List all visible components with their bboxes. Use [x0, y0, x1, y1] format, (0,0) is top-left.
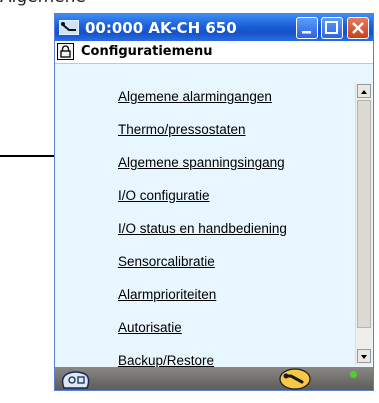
title-bar[interactable]: 00:000 AK-CH 650	[55, 14, 373, 41]
app-window: 00:000 AK-CH 650 Configuratiemenu Algeme…	[54, 13, 374, 391]
menu-item-autorisatie[interactable]: Autorisatie	[118, 320, 182, 335]
minimize-button[interactable]	[296, 17, 318, 39]
status-bar	[55, 367, 373, 390]
maximize-icon	[325, 21, 338, 34]
tool-icon	[59, 20, 79, 35]
lock-icon[interactable]	[57, 43, 74, 60]
window-title: 00:000 AK-CH 650	[85, 19, 237, 37]
scroll-up-button[interactable]	[357, 84, 371, 98]
menu-item-io-status-handbediening[interactable]: I/O status en handbediening	[118, 221, 287, 236]
menu-item-alarmprioriteiten[interactable]: Alarmprioriteiten	[118, 287, 216, 302]
menu-item-backup-restore[interactable]: Backup/Restore	[118, 353, 214, 368]
wrench-icon[interactable]	[278, 367, 312, 390]
minimize-icon	[302, 31, 311, 34]
scroll-down-button[interactable]	[357, 349, 371, 363]
close-button[interactable]	[347, 17, 369, 39]
menu-item-sensorcalibratie[interactable]: Sensorcalibratie	[118, 254, 215, 269]
arrow-down-icon	[361, 355, 367, 359]
scroll-thumb[interactable]	[357, 100, 371, 328]
menu-header-title: Configuratiemenu	[81, 44, 213, 59]
maximize-button[interactable]	[321, 17, 343, 39]
menu-header: Configuratiemenu	[55, 41, 373, 64]
controller-icon[interactable]	[59, 368, 92, 389]
menu-item-io-configuratie[interactable]: I/O configuratie	[118, 188, 210, 203]
green-led-icon	[350, 371, 357, 378]
cropped-top-text: Algemene	[0, 0, 86, 7]
menu-item-algemene-alarmingangen[interactable]: Algemene alarmingangen	[118, 89, 272, 104]
config-menu-list: Algemene alarmingangen Thermo/pressostat…	[55, 64, 355, 368]
arrow-up-icon	[361, 90, 367, 94]
close-icon	[352, 22, 364, 34]
menu-item-algemene-spanningsingang[interactable]: Algemene spanningsingang	[118, 155, 285, 170]
menu-item-thermo-pressostaten[interactable]: Thermo/pressostaten	[118, 122, 246, 137]
vertical-scrollbar[interactable]	[355, 83, 372, 365]
